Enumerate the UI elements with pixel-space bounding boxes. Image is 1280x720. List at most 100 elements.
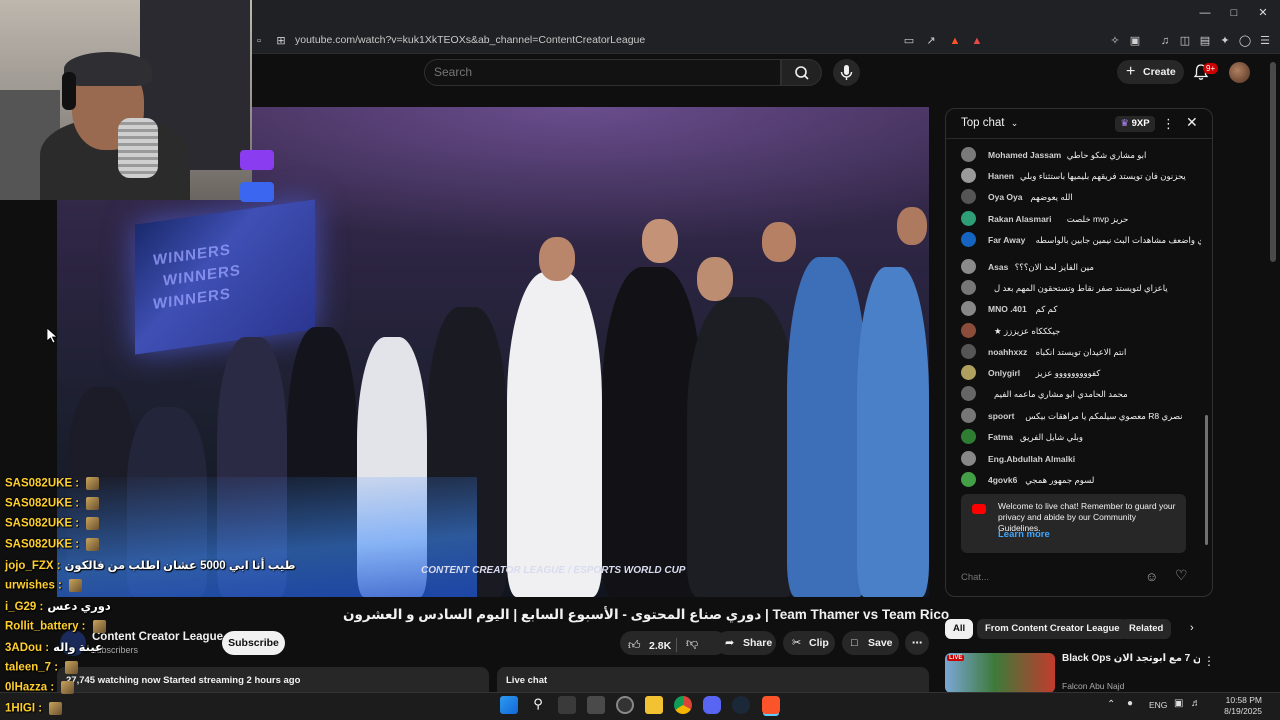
create-button[interactable]: + Create — [1117, 60, 1184, 84]
like-button[interactable]: 👍︎ 2.8K — [628, 636, 671, 654]
close-icon[interactable]: ✕ — [1256, 6, 1270, 20]
chat-author-name[interactable]: Eng.Abdullah Almalki — [988, 454, 1075, 464]
url-text[interactable]: youtube.com/watch?v=kuk1XkTEOXs&ab_chann… — [295, 34, 645, 46]
recommended-video-title[interactable]: Black Ops لايفوتاه .. الكشف العباشر عن 7… — [1062, 653, 1200, 665]
live-chat-replay-box[interactable] — [497, 667, 929, 692]
more-vert-icon[interactable]: ⋮ — [1162, 116, 1175, 132]
subscribe-button[interactable]: Subscribe — [222, 631, 285, 655]
chat-scrollbar[interactable] — [1204, 145, 1209, 553]
close-chat-icon[interactable]: ✕ — [1186, 114, 1198, 131]
chat-author-name[interactable]: noahhxxz — [988, 347, 1027, 357]
chat-author-name[interactable]: Far Away — [988, 235, 1025, 245]
save-button[interactable]: □ Save — [842, 631, 899, 655]
chip-related[interactable]: Related — [1121, 619, 1172, 639]
channel-name[interactable]: Content Creator League — [92, 631, 223, 643]
emoji-icon[interactable]: ☺ — [1145, 569, 1158, 584]
search-button[interactable] — [781, 59, 822, 86]
chat-author-name[interactable]: Rakan Alasmari — [988, 214, 1051, 224]
windows-start-icon[interactable] — [500, 696, 518, 714]
network-icon[interactable]: ▣ — [1174, 698, 1183, 709]
chat-author-avatar[interactable] — [961, 451, 976, 466]
chat-message[interactable]: محمد الحامدي ابو مشاري ماعمه الفيم — [961, 386, 1201, 404]
chat-author-avatar[interactable] — [961, 280, 976, 295]
chat-author-name[interactable]: Fatma — [988, 432, 1013, 442]
chat-message[interactable]: Fatma وبلي شايل الفريق — [961, 429, 1201, 447]
chat-author-name[interactable]: MNO .401 — [988, 304, 1027, 314]
chat-input[interactable] — [961, 566, 1139, 588]
chat-message[interactable]: Far Away اضعف حضور جماهيري واضعف مشاهدات … — [961, 232, 1201, 250]
widgets-icon[interactable] — [587, 696, 605, 714]
site-info-icon[interactable]: ⊞ — [274, 34, 288, 48]
chat-mode-dropdown[interactable]: Top chat ⌄ — [961, 117, 1018, 129]
more-vert-icon[interactable]: ⋮ — [1203, 654, 1215, 668]
chat-author-name[interactable]: Onlygirl — [988, 368, 1020, 378]
chrome-icon[interactable] — [674, 696, 692, 714]
chip-all[interactable]: All — [945, 619, 974, 639]
steam-icon[interactable] — [732, 696, 750, 714]
sidebar-icon[interactable]: ◫ — [1178, 34, 1192, 48]
chip-from-channel[interactable]: From Content Creator League — [977, 619, 1128, 639]
chat-message[interactable]: Onlygirl كفووووووووو عزيز — [961, 365, 1201, 383]
share-page-icon[interactable]: ↗ — [924, 34, 938, 48]
chat-author-avatar[interactable] — [961, 386, 976, 401]
chat-author-avatar[interactable] — [961, 211, 976, 226]
chat-message[interactable]: noahhxxz انتم الاعيدان تويستد انكباه — [961, 344, 1201, 362]
chat-message[interactable]: ياعزاي لتويستد صفر نقاط وتستحقون المهم ب… — [961, 280, 1201, 298]
brave-shield-icon[interactable]: ▲ — [948, 34, 962, 48]
chat-message[interactable]: Eng.Abdullah Almalki — [961, 451, 1201, 469]
chat-author-avatar[interactable] — [961, 429, 976, 444]
brave-rewards-icon[interactable]: ▲ — [970, 34, 984, 48]
search-input[interactable] — [434, 64, 764, 80]
chat-author-avatar[interactable] — [961, 408, 976, 423]
tab-icon[interactable]: ▣ — [1128, 34, 1142, 48]
recommended-video-channel[interactable]: Falcon Abu Najd — [1062, 681, 1124, 691]
vpn-icon[interactable]: ◯ — [1238, 34, 1252, 48]
account-avatar[interactable] — [1229, 62, 1250, 83]
chat-message[interactable]: Hanen يحزنون فان تويستد فريقهم بليميها با… — [961, 168, 1201, 186]
discord-icon[interactable] — [703, 696, 721, 714]
chat-author-name[interactable]: Oya Oya — [988, 192, 1023, 202]
share-button[interactable]: ➦ Share — [716, 631, 776, 655]
chat-author-avatar[interactable] — [961, 344, 976, 359]
chat-author-name[interactable]: Mohamed Jassam — [988, 150, 1061, 160]
chat-message[interactable]: Mohamed Jassam ابو مشاري شكو حاطي — [961, 147, 1201, 165]
chat-author-avatar[interactable] — [961, 189, 976, 204]
chat-message[interactable]: 4govk6 لسوم جمهور همجي — [961, 472, 1201, 490]
tray-chevron-up-icon[interactable]: ⌃ — [1107, 699, 1115, 710]
chat-message[interactable]: Asas مين الفايز لحد الان؟؟؟ — [961, 259, 1201, 277]
leo-ai-icon[interactable]: ✦ — [1218, 34, 1232, 48]
cast-icon[interactable]: ▭ — [902, 34, 916, 48]
wallet-icon[interactable]: ▤ — [1198, 34, 1212, 48]
chat-author-avatar[interactable] — [961, 323, 976, 338]
extensions-icon[interactable]: ✧ — [1108, 34, 1122, 48]
bookmark-icon[interactable]: ▫ — [252, 34, 266, 48]
more-actions-button[interactable]: ⋯ — [905, 631, 929, 655]
chevron-right-icon[interactable]: › — [1190, 622, 1194, 634]
chat-message[interactable]: جيكككاه عزيززز ★ — [961, 323, 1201, 341]
chat-author-avatar[interactable] — [961, 365, 976, 380]
music-icon[interactable]: ♫ — [1158, 34, 1172, 48]
chat-author-avatar[interactable] — [961, 472, 976, 487]
minimize-icon[interactable]: — — [1198, 6, 1212, 20]
chat-author-name[interactable]: Asas — [988, 262, 1008, 272]
chat-author-avatar[interactable] — [961, 259, 976, 274]
chat-author-name[interactable]: spoort — [988, 411, 1014, 421]
chat-author-name[interactable]: 4govk6 — [988, 475, 1017, 485]
input-language[interactable]: ENG — [1149, 700, 1167, 710]
volume-icon[interactable]: ♬ — [1191, 698, 1201, 709]
file-explorer-icon[interactable] — [645, 696, 663, 714]
maximize-icon[interactable]: □ — [1227, 6, 1241, 20]
learn-more-link[interactable]: Learn more — [998, 529, 1050, 540]
chat-message[interactable]: spoort نصري R8 معصوي سيلمكم يا مراهقات بي… — [961, 408, 1201, 426]
chat-author-avatar[interactable] — [961, 301, 976, 316]
chat-message[interactable]: Rakan Alasmari حريز mvp خلصت — [961, 211, 1201, 229]
task-view-icon[interactable] — [558, 696, 576, 714]
chat-scroll-thumb[interactable] — [1205, 415, 1208, 545]
clip-button[interactable]: ✂ Clip — [783, 631, 835, 655]
brave-browser-icon[interactable] — [762, 696, 780, 714]
obs-icon[interactable] — [616, 696, 634, 714]
chat-message[interactable]: Oya Oya الله يعوضهم — [961, 189, 1201, 207]
dislike-button[interactable]: 👎︎ — [686, 636, 698, 651]
chat-author-avatar[interactable] — [961, 147, 976, 162]
chat-author-avatar[interactable] — [961, 168, 976, 183]
